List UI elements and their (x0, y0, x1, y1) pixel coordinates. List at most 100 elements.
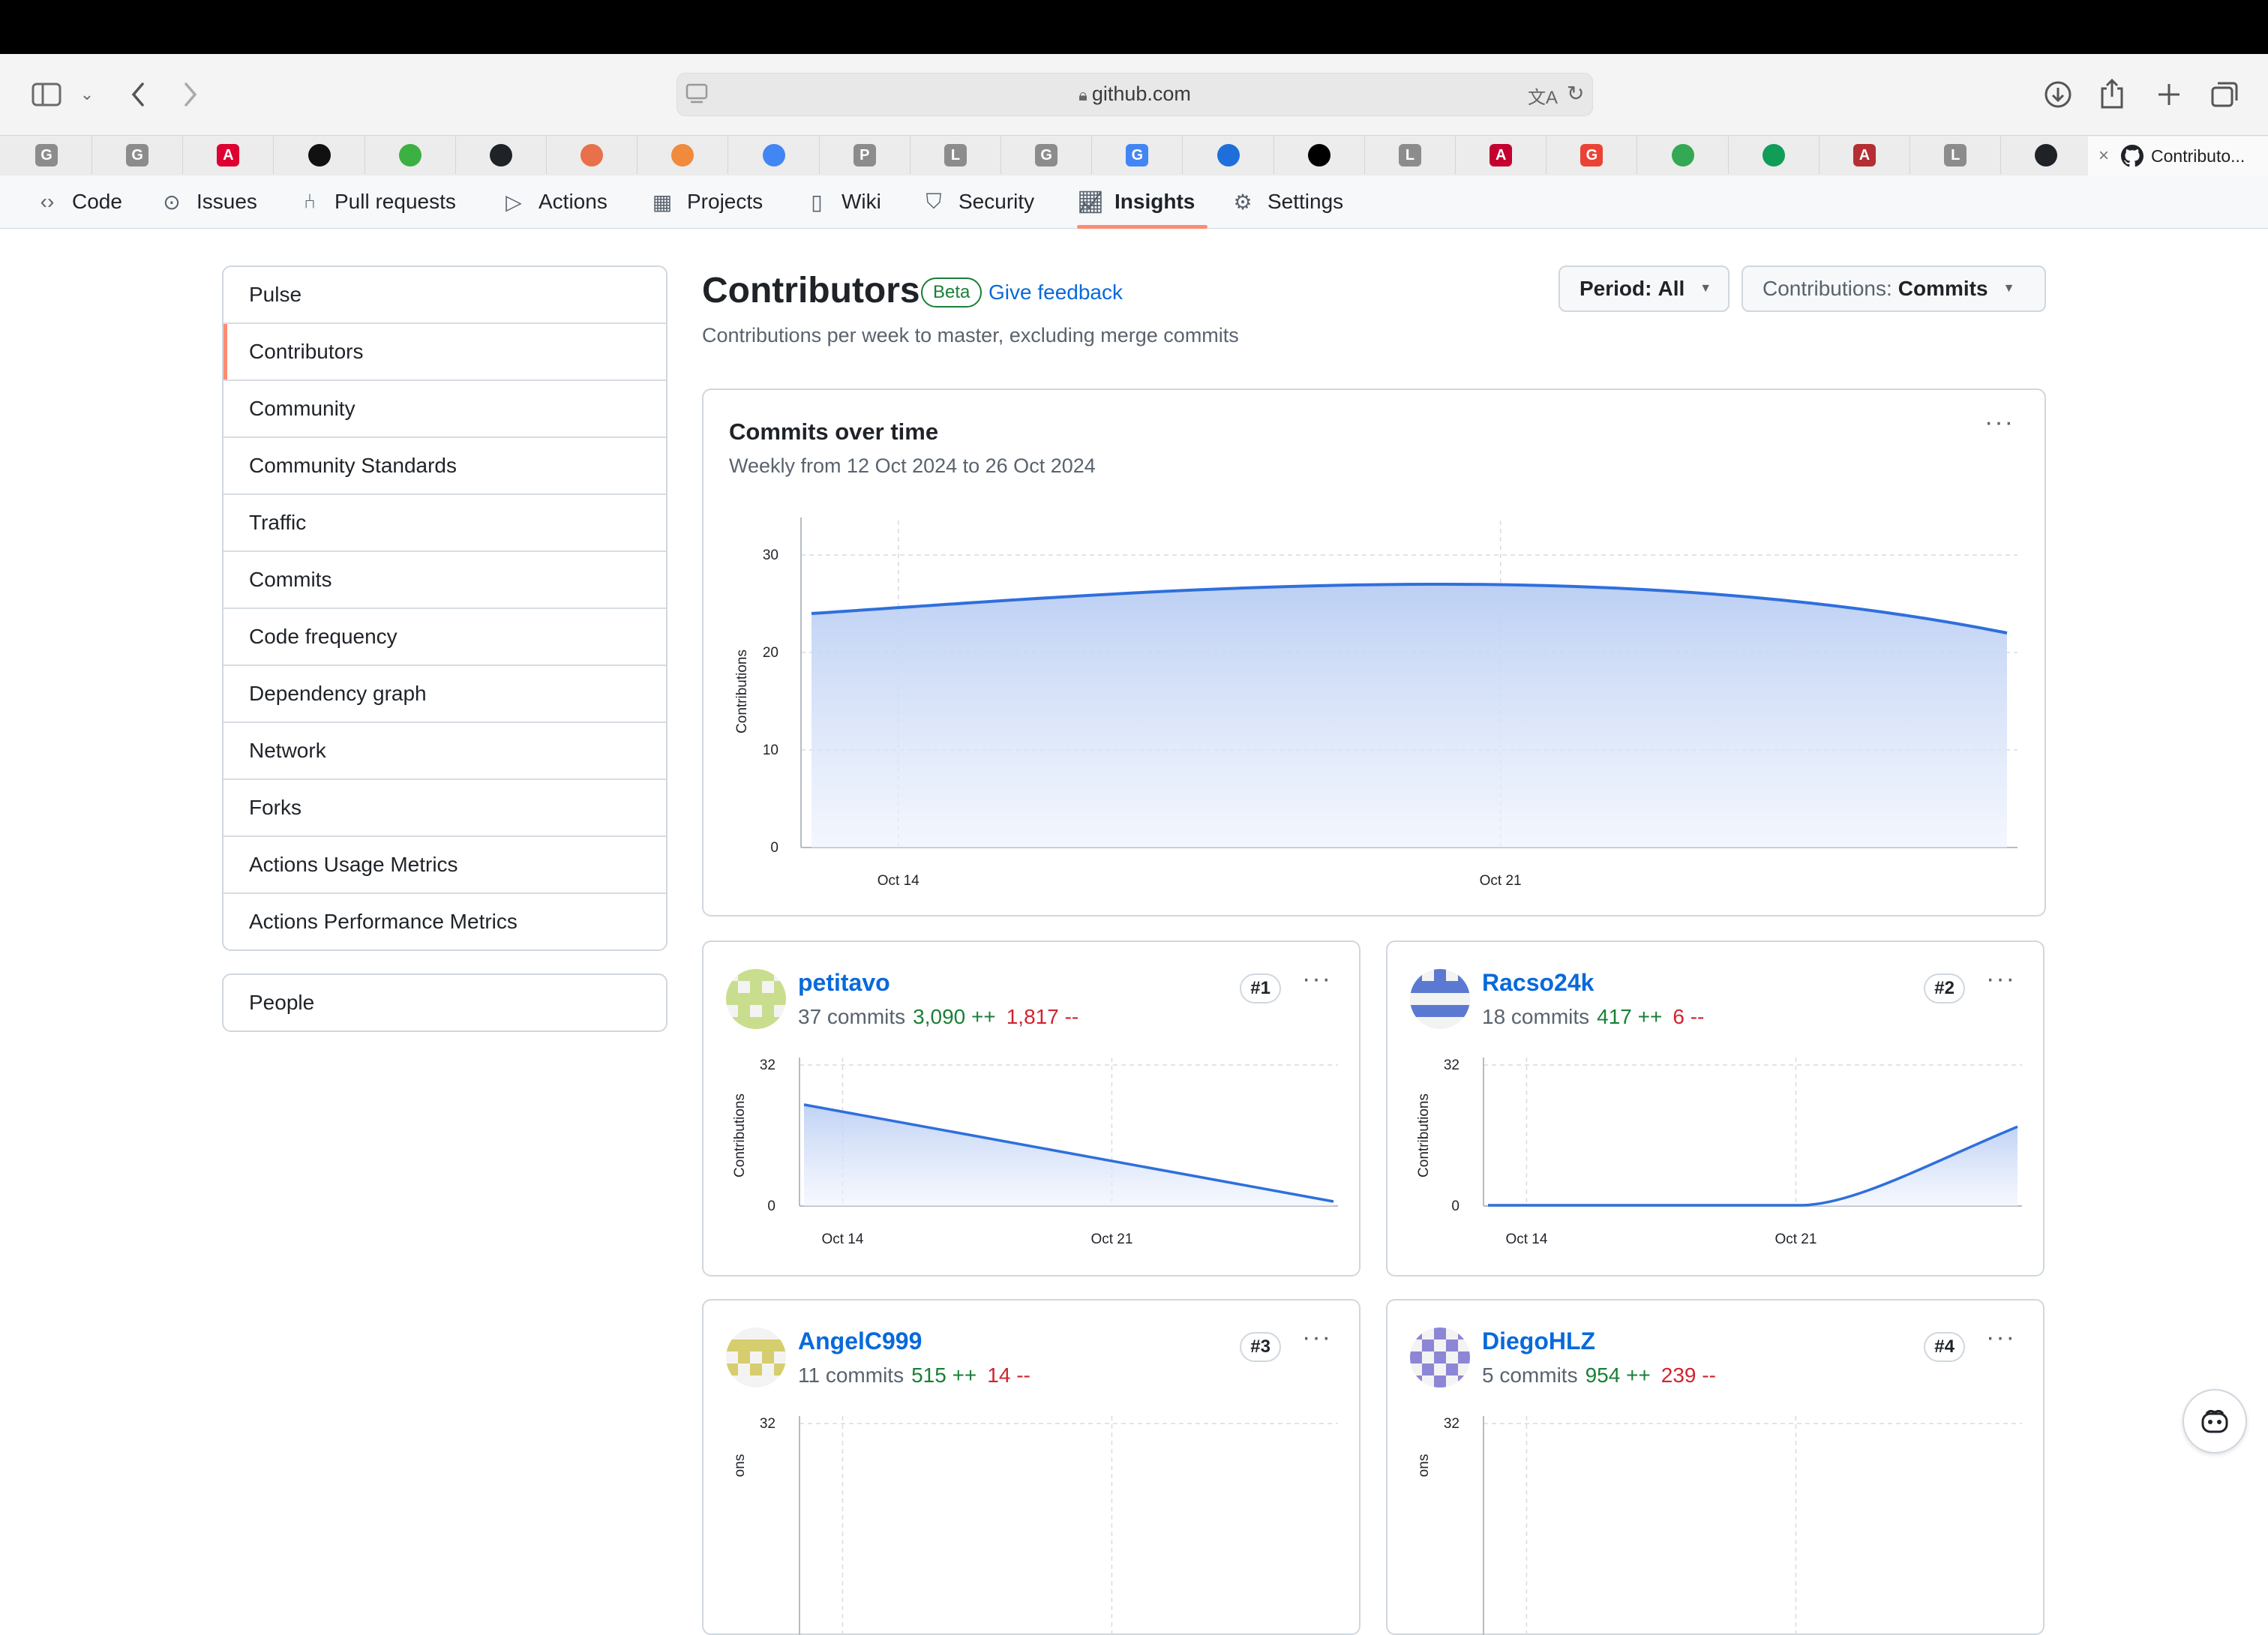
tab-security[interactable]: ⛉ Security (921, 176, 1034, 228)
tab-label: Actions (538, 190, 608, 213)
browser-tab[interactable] (456, 136, 547, 174)
sidebar-item-code-frequency[interactable]: Code frequency (224, 608, 666, 664)
drive-icon (1671, 144, 1694, 166)
shield-icon: ⛉ (926, 189, 942, 213)
sidebar-item-commits[interactable]: Commits (224, 550, 666, 608)
new-tab-icon[interactable] (2152, 76, 2186, 112)
browser-tab[interactable] (1638, 136, 1729, 174)
sidebar-item-label: Community Standards (249, 454, 458, 477)
browser-tab[interactable]: L (1910, 136, 2002, 174)
sidebar-item-label: People (249, 991, 315, 1014)
page-title: Contributors (702, 271, 920, 310)
sidebar-item-network[interactable]: Network (224, 722, 666, 778)
sheets-icon (1762, 144, 1785, 166)
tab-pull-requests[interactable]: ⑃ Pull requests (297, 176, 456, 228)
browser-tab[interactable] (547, 136, 638, 174)
browser-tab[interactable]: G (1092, 136, 1184, 174)
browser-tab[interactable]: P (820, 136, 910, 174)
browser-tab[interactable] (638, 136, 729, 174)
table-icon: ▦ (652, 190, 673, 214)
issue-icon: ⊙ (163, 190, 181, 214)
tab-label: Issues (196, 190, 257, 213)
contributor-card: Racso24k 18 commits 417 ++ 6 -- #2 ··· 32 0 Cont… (1386, 940, 2044, 1276)
sidebar-item-contributors[interactable]: Contributors (224, 322, 666, 380)
github-icon (490, 144, 512, 166)
sidebar-item-actions-performance-metrics[interactable]: Actions Performance Metrics (224, 892, 666, 950)
tab-label: Settings (1268, 190, 1344, 213)
sidebar-item-actions-usage-metrics[interactable]: Actions Usage Metrics (224, 836, 666, 892)
y-axis-label: Contributions (1416, 1094, 1432, 1178)
browser-tab[interactable]: G (1546, 136, 1638, 174)
tab-code[interactable]: ‹› Code (34, 176, 122, 228)
contributions-value: Commits (1898, 277, 1988, 300)
sidebar-item-people[interactable]: People (222, 974, 668, 1032)
active-tab[interactable]: × Contributo... (2088, 136, 2268, 176)
letter-g-icon: G (126, 144, 149, 166)
y-tick-label: 30 (763, 548, 778, 563)
forward-icon[interactable] (177, 76, 204, 112)
y-max-label: 32 (1444, 1058, 1460, 1073)
tab-insights[interactable]: 📈︎ Insights (1077, 176, 1195, 228)
browser-tab[interactable] (1274, 136, 1365, 174)
sidebar-item-label: Code frequency (249, 625, 398, 648)
angular-icon: A (217, 144, 240, 166)
y-max-label: 32 (760, 1058, 776, 1073)
close-tab-icon[interactable]: × (2098, 146, 2109, 166)
browser-tab[interactable]: G (2, 136, 92, 174)
tab-projects[interactable]: ▦ Projects (650, 176, 763, 228)
sidebar-item-label: Network (249, 739, 326, 762)
period-select[interactable]: Period: All ▼ (1558, 266, 1730, 312)
browser-tab[interactable] (1184, 136, 1274, 174)
area-fill (1488, 1126, 2018, 1206)
browser-tab[interactable]: G (1001, 136, 1093, 174)
sidebar-item-pulse[interactable]: Pulse (224, 267, 666, 322)
reload-icon[interactable]: ↻ (1567, 81, 1584, 106)
browser-tab[interactable] (1729, 136, 1820, 174)
browser-tab[interactable]: A (1456, 136, 1547, 174)
copilot-icon[interactable] (2182, 1389, 2247, 1454)
browser-tab[interactable] (274, 136, 365, 174)
letter-l-icon: L (944, 144, 967, 166)
tab-settings[interactable]: ⚙ Settings (1230, 176, 1343, 228)
tab-overview-icon[interactable] (2208, 76, 2241, 112)
browser-tab[interactable] (729, 136, 820, 174)
tab-actions[interactable]: ▷ Actions (501, 176, 608, 228)
back-icon[interactable] (124, 76, 152, 112)
sidebar-item-traffic[interactable]: Traffic (224, 494, 666, 550)
period-value: All (1658, 277, 1685, 300)
browser-tab[interactable] (365, 136, 456, 174)
sidebar-item-forks[interactable]: Forks (224, 778, 666, 836)
sidebar-item-label: Community (249, 397, 356, 420)
browser-tab[interactable]: L (910, 136, 1001, 174)
browser-tab[interactable]: A (183, 136, 274, 174)
browser-tab[interactable] (2001, 136, 2092, 174)
sidebar-item-dependency-graph[interactable]: Dependency graph (224, 664, 666, 722)
tab-label: Pull requests (334, 190, 456, 213)
contributor-chart: 32 0 Contributions Oct 14 Oct 21 (1416, 1058, 2022, 1247)
y-axis-label: ons (732, 1454, 748, 1478)
y-min-label: 0 (767, 1198, 776, 1214)
chevron-down-icon[interactable]: ⌄ (76, 81, 98, 108)
tab-label: Security (958, 190, 1035, 213)
browser-tab[interactable]: G (92, 136, 184, 174)
sidebar-item-community[interactable]: Community (224, 380, 666, 436)
y-max-label: 32 (760, 1416, 776, 1432)
address-bar[interactable]: 🔒︎ github.com 文A ↻ (676, 73, 1593, 116)
play-icon: ▷ (506, 190, 522, 214)
share-icon[interactable] (2097, 75, 2127, 112)
give-feedback-link[interactable]: Give feedback (988, 280, 1123, 304)
browser-tab[interactable]: A (1820, 136, 1910, 174)
contributions-label: Contributions: (1762, 277, 1892, 300)
translate-icon[interactable]: 文A (1528, 82, 1558, 109)
browser-tab[interactable]: L (1365, 136, 1456, 174)
y-axis-label: ons (1416, 1454, 1432, 1478)
contributions-select[interactable]: Contributions: Commits ▼ (1742, 266, 2046, 312)
sidebar-item-community-standards[interactable]: Community Standards (224, 436, 666, 494)
angular-icon: A (1490, 144, 1513, 166)
circle-logo-icon (308, 144, 331, 166)
tab-label: Wiki (842, 190, 881, 213)
sidebar-toggle-icon[interactable] (28, 76, 64, 112)
download-icon[interactable] (2042, 76, 2074, 112)
tab-issues[interactable]: ⊙ Issues (159, 176, 257, 228)
tab-wiki[interactable]: ▯ Wiki (804, 176, 881, 228)
